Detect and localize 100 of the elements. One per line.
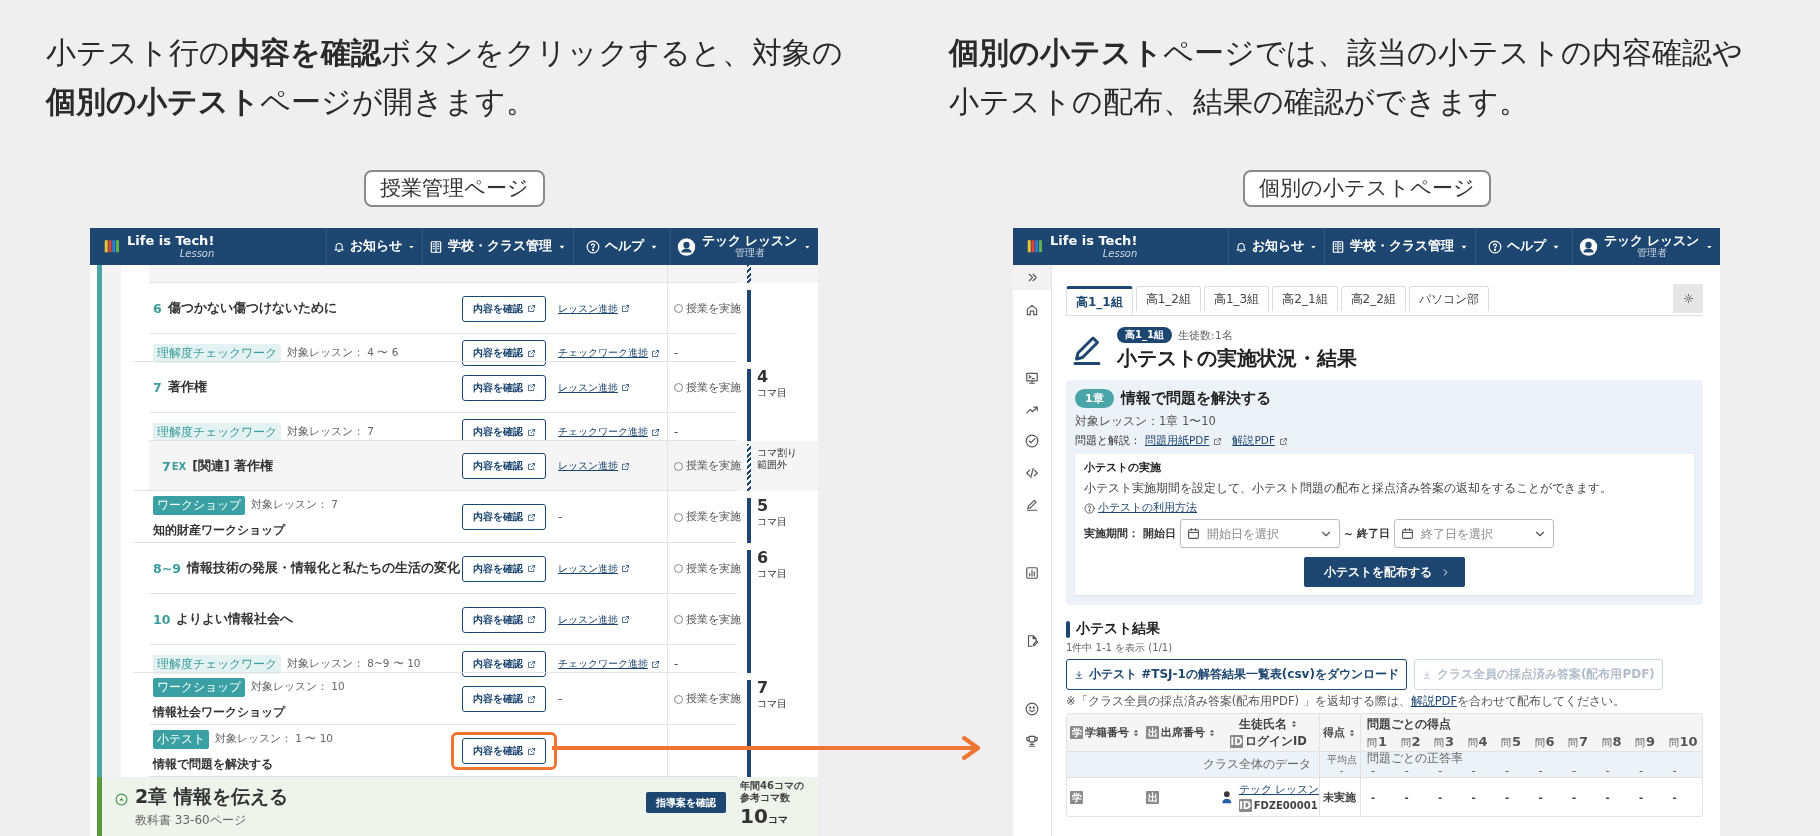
target-lessons: 対象レッスン： 1 〜 10 — [215, 732, 334, 746]
view-content-button[interactable]: 内容を確認 — [462, 738, 546, 764]
end-date-select[interactable]: 終了日を選択 — [1393, 519, 1554, 548]
section-heading: 小テスト結果 — [1076, 620, 1160, 638]
class-tab[interactable]: 高1_2組 — [1135, 286, 1201, 311]
page-label: 授業管理ページ — [363, 170, 545, 207]
lesson-number: 8~9 — [153, 561, 181, 576]
lesson-title: 傷つかない傷つけないために — [167, 300, 337, 317]
pdf-link[interactable]: 解説PDF — [1232, 434, 1275, 448]
menu-button[interactable]: お知らせ — [326, 228, 422, 265]
problem-number: 問1 — [1367, 733, 1389, 750]
class-tab[interactable]: パソコン部 — [1408, 286, 1489, 311]
type-tag: 理解度チェックワーク — [153, 343, 281, 363]
rate-value: - — [1437, 765, 1444, 777]
view-content-button[interactable]: 内容を確認 — [462, 504, 546, 530]
view-content-button[interactable]: 内容を確認 — [462, 686, 546, 712]
trend-icon[interactable] — [1025, 403, 1039, 417]
average-label: 平均点 — [1326, 753, 1357, 765]
view-content-button[interactable]: 内容を確認 — [462, 555, 546, 582]
class-tab[interactable]: 高2_2組 — [1340, 286, 1406, 311]
progress-link[interactable]: チェックワーク進捗 — [558, 425, 648, 439]
logo-text: Life is Tech! — [1050, 234, 1138, 248]
pdf-link[interactable]: 問題用紙PDF — [1145, 434, 1210, 448]
conduct-radio[interactable]: 授業を実施 — [674, 380, 741, 395]
smile-icon[interactable] — [1025, 702, 1039, 716]
menu-button[interactable]: ヘルプ — [573, 228, 670, 265]
external-link-icon — [526, 746, 536, 756]
pencil-icon[interactable] — [1025, 498, 1039, 512]
class-tab[interactable]: 高1_3組 — [1204, 286, 1270, 311]
external-link-icon — [526, 304, 536, 313]
conduct-radio[interactable]: 授業を実施 — [674, 459, 741, 473]
status-text: - — [674, 657, 679, 671]
trophy-icon[interactable] — [1025, 734, 1039, 748]
target-lessons: 対象レッスン：1章 1〜10 — [1075, 414, 1217, 429]
teaching-plan-button[interactable]: 指導案を確認 — [646, 792, 726, 813]
user-menu-button[interactable]: テック レッスン 管理者 — [1572, 228, 1720, 265]
period-label: 実施期間： — [1084, 526, 1139, 541]
sort-icon[interactable] — [1207, 727, 1217, 738]
menu-button[interactable]: お知らせ — [1228, 228, 1324, 265]
class-tab[interactable]: 高2_1組 — [1272, 286, 1338, 311]
lesson-title: 情報技術の発展・情報化と私たちの生活の変化 — [186, 560, 460, 577]
view-content-button[interactable]: 内容を確認 — [462, 453, 546, 479]
download-icon — [1074, 669, 1084, 680]
menu-button[interactable]: 学校・クラス管理 — [422, 228, 573, 265]
note-text: ※「クラス全員の採点済み答案(配布用PDF) 」を返却する際は、解説PDFを合わせて配布してください。 — [1066, 694, 1627, 709]
conduct-radio[interactable]: 授業を実施 — [674, 692, 741, 706]
sort-icon[interactable] — [1131, 727, 1141, 738]
progress-link[interactable]: チェックワーク進捗 — [558, 346, 648, 360]
download-button[interactable]: 小テスト #TSJ-1の解答結果一覧表(csv)をダウンロード — [1066, 659, 1407, 690]
student-name-link[interactable]: テック レッスン — [1238, 782, 1319, 797]
distribute-button[interactable]: 小テストを配布する — [1304, 557, 1465, 587]
monitor-icon[interactable] — [1025, 371, 1039, 385]
chapter-title: 2章 情報を伝える — [135, 784, 288, 809]
progress-link[interactable]: レッスン進捗 — [558, 380, 618, 395]
conduct-radio[interactable]: 授業を実施 — [674, 510, 741, 524]
start-date-select[interactable]: 開始日を選択 — [1180, 519, 1340, 548]
view-content-button[interactable]: 内容を確認 — [462, 651, 546, 677]
class-tab[interactable]: 高1_1組 — [1066, 286, 1133, 315]
pdf-link[interactable]: 解説PDF — [1410, 694, 1458, 708]
period-note: コマ割り範囲外 — [757, 447, 798, 471]
conduct-radio[interactable]: 授業を実施 — [674, 301, 741, 316]
menu-button[interactable]: ヘルプ — [1475, 228, 1572, 265]
status-text: - — [674, 346, 679, 360]
conduct-radio[interactable]: 授業を実施 — [674, 612, 741, 627]
period-unit: コマ目 — [757, 567, 787, 581]
section-title: 小テストの実施 — [1084, 461, 1162, 475]
rate-value: - — [1571, 765, 1578, 777]
code-icon[interactable] — [1025, 466, 1039, 480]
rate-value: - — [1403, 765, 1410, 777]
column-label: 出席番号 — [1161, 725, 1205, 740]
home-icon[interactable] — [1025, 303, 1039, 317]
view-content-button[interactable]: 内容を確認 — [462, 606, 546, 633]
target-lessons: 対象レッスン： 7 — [287, 425, 375, 439]
view-content-button[interactable]: 内容を確認 — [462, 295, 546, 322]
check-circle-icon[interactable] — [1025, 434, 1039, 448]
lesson-number: 7 — [162, 458, 171, 474]
view-content-button[interactable]: 内容を確認 — [462, 340, 546, 366]
menu-button[interactable]: 学校・クラス管理 — [1324, 228, 1475, 265]
collapse-icon[interactable] — [115, 793, 128, 806]
help-link[interactable]: 小テストの利用方法 — [1098, 501, 1197, 515]
progress-link[interactable]: レッスン進捗 — [558, 612, 618, 627]
external-link-icon — [651, 659, 660, 669]
id-badge: ID — [1238, 798, 1252, 812]
progress-link[interactable]: レッスン進捗 — [558, 459, 618, 473]
activity-title: 知的財産ワークショップ — [153, 521, 285, 539]
activity-title: 情報で問題を解決する — [153, 755, 273, 773]
conduct-radio[interactable]: 授業を実施 — [674, 561, 741, 576]
logo-subtext: Lesson — [179, 248, 215, 259]
progress-link[interactable]: レッスン進捗 — [558, 301, 618, 316]
external-link-icon — [526, 461, 536, 471]
bar-chart-icon[interactable] — [1025, 566, 1039, 580]
rate-value: - — [1370, 765, 1377, 777]
view-content-button[interactable]: 内容を確認 — [462, 374, 546, 401]
calendar-icon — [1187, 527, 1200, 540]
problem-number: 問4 — [1467, 733, 1489, 750]
sort-icon[interactable] — [1347, 727, 1357, 738]
progress-link[interactable]: チェックワーク進捗 — [558, 657, 648, 671]
end-label: 終了日 — [1356, 526, 1390, 541]
progress-link[interactable]: レッスン進捗 — [558, 561, 618, 576]
file-edit-icon[interactable] — [1025, 634, 1039, 648]
